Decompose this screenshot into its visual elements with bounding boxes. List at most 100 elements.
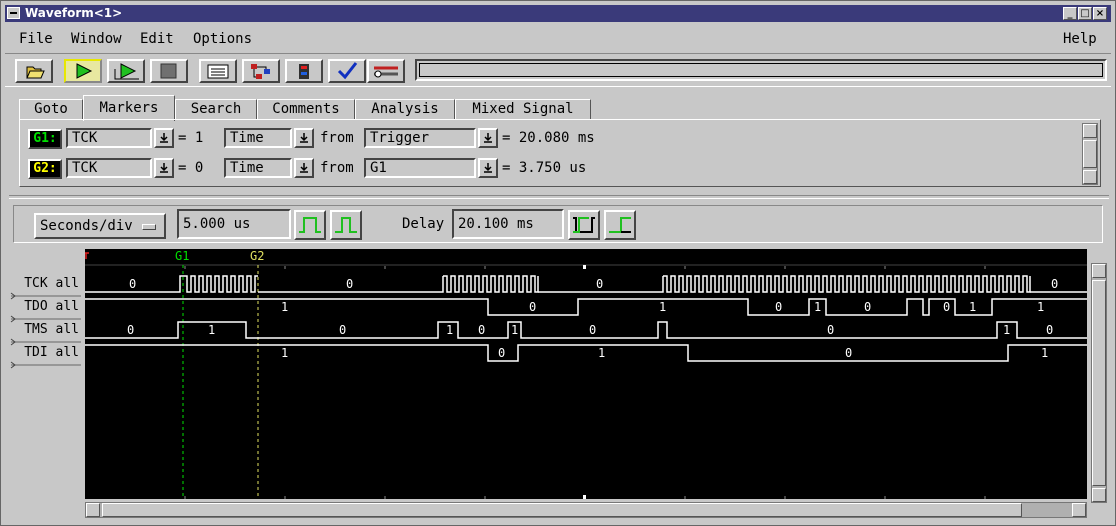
waveform-display[interactable]: G1 G2 0 0 0 0 1 0 1 0 1 0 0 1 1 0 1 0 1 … [85,249,1087,499]
tab-comments[interactable]: Comments [257,99,355,119]
marker-label-g1[interactable]: G1: [28,129,62,149]
timebase-increase-icon[interactable] [294,210,326,240]
tck-value-2: 0 [346,277,354,291]
marker-g1-mode-field[interactable]: Time [224,128,292,148]
open-folder-icon[interactable] [15,59,53,83]
markers-scrollbar[interactable] [1082,123,1098,185]
menu-window[interactable]: Window [71,31,122,47]
menu-file[interactable]: File [19,31,53,47]
tms-value-3: 0 [339,323,347,337]
marker-g2-mode-field[interactable]: Time [224,158,292,178]
stop-icon[interactable] [150,59,188,83]
waveform-traces [85,249,1087,499]
marker-g2-flag[interactable]: G2 [250,249,264,263]
run-icon[interactable] [64,59,102,83]
marker-g1-signal-field[interactable]: TCK [66,128,152,148]
waveform-scroll-up-icon[interactable] [1092,264,1106,278]
tms-value-7: 0 [589,323,597,337]
timebase-bar: Seconds/div 5.000 us Delay 20.100 ms [13,205,1103,243]
tdo-value-5: 1 [814,300,822,314]
delay-label: Delay [402,216,445,232]
tab-markers[interactable]: Markers [83,95,175,121]
tdo-value-4: 0 [775,300,783,314]
marker-label-g2[interactable]: G2: [28,159,62,179]
grid-marks [185,249,186,499]
marker-g2-from-label: from [320,160,354,176]
marker-g1-signal-dropdown[interactable] [154,128,174,148]
network-icon[interactable] [242,59,280,83]
delay-field[interactable]: 20.100 ms [452,209,564,239]
tab-goto[interactable]: Goto [19,99,83,119]
timebase-mode-menu[interactable]: Seconds/div [34,213,166,239]
marker-g2-mode-dropdown[interactable] [294,158,314,178]
timebase-decrease-icon[interactable] [330,210,362,240]
delay-increase-icon[interactable] [604,210,636,240]
scroll-up-icon[interactable] [1083,124,1097,138]
waveform-hscrollbar[interactable] [85,502,1087,518]
marker-g1-from-label: from [320,130,354,146]
signal-label-column: TCK all TDO all TMS all TDI all [1,249,85,499]
marker-g1-reference-dropdown[interactable] [478,128,498,148]
window-title: Waveform<1> [25,6,123,20]
menu-bar: File Window Edit Options Help [5,25,1111,53]
check-icon[interactable] [328,59,366,83]
tms-value-4: 1 [446,323,454,337]
menu-edit[interactable]: Edit [140,31,174,47]
tms-value-5: 0 [478,323,486,337]
tck-value-1: 0 [129,277,137,291]
minimize-icon[interactable]: _ [1063,7,1077,20]
marker-row-g2: G2: TCK = 0 Time from G1 = 3.750 us [28,157,1088,179]
marker-g2-value: = 0 [178,160,204,176]
marker-g1-flag[interactable]: G1 [175,249,189,263]
marker-g1-value: = 1 [178,130,204,146]
tdo-value-8: 1 [969,300,977,314]
probe-icon[interactable] [285,59,323,83]
seconds-per-div-field[interactable]: 5.000 us [177,209,291,239]
scroll-thumb[interactable] [1083,140,1097,168]
marker-g2-reference-field[interactable]: G1 [364,158,476,178]
menu-help[interactable]: Help [1063,31,1097,47]
tck-clock-segment [663,275,1031,293]
maximize-icon[interactable]: □ [1078,7,1092,20]
tab-search[interactable]: Search [175,99,257,119]
toolbar [5,53,1111,87]
tdi-value-1: 1 [281,346,289,360]
tab-mixed-signal[interactable]: Mixed Signal [455,99,591,119]
listing-icon[interactable] [199,59,237,83]
tck-value-3: 0 [596,277,604,291]
run-repetitive-icon[interactable] [107,59,145,83]
tab-analysis[interactable]: Analysis [355,99,455,119]
tms-value-6: 1 [511,323,519,337]
waveform-vscroll-thumb[interactable] [1092,280,1106,486]
waveform-hscroll-thumb[interactable] [102,503,1022,517]
waveform-scroll-left-icon[interactable] [86,503,100,517]
waveform-scroll-down-icon[interactable] [1092,488,1106,502]
pane-sash[interactable] [9,195,1109,199]
marker-g2-signal-dropdown[interactable] [154,158,174,178]
tools-icon[interactable] [367,59,405,83]
close-icon[interactable]: × [1093,7,1107,20]
tck-clock-segment [443,275,539,293]
delay-decrease-icon[interactable] [568,210,600,240]
tdi-value-2: 0 [498,346,506,360]
waveform-window: Waveform<1> _ □ × File Window Edit Optio… [0,0,1116,526]
tdo-value-7: 0 [943,300,951,314]
marker-g1-mode-dropdown[interactable] [294,128,314,148]
tdo-value-6: 0 [864,300,872,314]
marker-g2-signal-field[interactable]: TCK [66,158,152,178]
marker-g1-reference-field[interactable]: Trigger [364,128,476,148]
marker-g2-reference-dropdown[interactable] [478,158,498,178]
menu-options[interactable]: Options [193,31,252,47]
tms-value-1: 0 [127,323,135,337]
tdi-value-3: 1 [598,346,606,360]
tck-clock-segment [183,275,258,293]
title-bar[interactable]: Waveform<1> _ □ × [5,5,1111,22]
waveform-vscrollbar[interactable] [1091,263,1107,503]
tdo-value-2: 0 [529,300,537,314]
status-message-field [415,59,1107,81]
tdo-value-9: 1 [1037,300,1045,314]
scroll-down-icon[interactable] [1083,170,1097,184]
tms-value-2: 1 [208,323,216,337]
window-menu-icon[interactable] [7,7,20,19]
waveform-scroll-right-icon[interactable] [1072,503,1086,517]
